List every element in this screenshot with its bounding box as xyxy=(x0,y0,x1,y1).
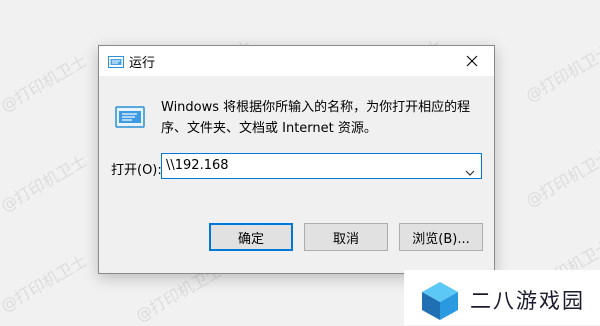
watermark: @打印机卫士 xyxy=(522,41,600,106)
open-input-value[interactable]: \\192.168 xyxy=(166,158,229,173)
open-label: 打开(O): xyxy=(111,163,162,178)
close-button[interactable] xyxy=(450,46,494,76)
run-dialog: 运行 Windows 将根据你所输入的名称，为你打开相应的程序、文件夹、文档或 … xyxy=(98,45,495,274)
open-combobox[interactable]: \\192.168 xyxy=(161,153,482,179)
cube-logo-icon xyxy=(420,280,460,322)
brand-logo: 二八游戏园 xyxy=(404,270,600,325)
watermark: @打印机卫士 xyxy=(522,146,600,211)
brand-name: 二八游戏园 xyxy=(470,289,585,313)
dialog-description: Windows 将根据你所输入的名称，为你打开相应的程序、文件夹、文档或 Int… xyxy=(161,100,471,136)
watermark: @打印机卫士 xyxy=(0,251,91,316)
dialog-body: Windows 将根据你所输入的名称，为你打开相应的程序、文件夹、文档或 Int… xyxy=(99,76,494,209)
title-bar[interactable]: 运行 xyxy=(99,46,494,76)
close-icon xyxy=(466,55,478,67)
dialog-footer: 确定 取消 浏览(B)... xyxy=(99,209,494,273)
watermark: @打印机卫士 xyxy=(0,151,91,216)
watermark: @打印机卫士 xyxy=(0,51,91,116)
ok-button[interactable]: 确定 xyxy=(209,223,293,251)
browse-button[interactable]: 浏览(B)... xyxy=(399,223,483,251)
dialog-title: 运行 xyxy=(129,56,156,71)
run-icon xyxy=(108,54,124,68)
run-program-icon xyxy=(115,104,145,130)
chevron-down-icon[interactable] xyxy=(465,162,475,176)
cancel-button[interactable]: 取消 xyxy=(304,223,388,251)
